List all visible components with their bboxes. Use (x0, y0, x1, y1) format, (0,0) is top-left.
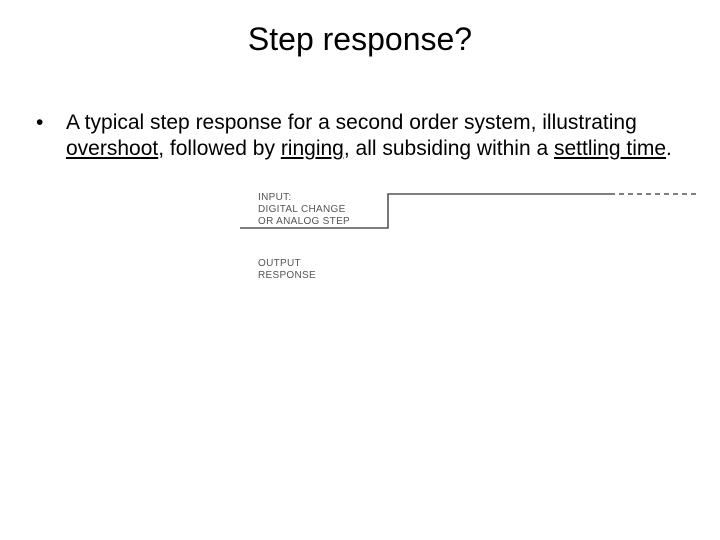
diagram-label-output-2: RESPONSE (258, 270, 316, 281)
bullet-text-mid1: , followed by (158, 137, 281, 160)
link-ringing: ringing (281, 137, 344, 160)
bullet-text: A typical step response for a second ord… (66, 110, 688, 163)
bullet-text-pre: A typical step response for a second ord… (66, 111, 637, 134)
slide: Step response? • A typical step response… (0, 0, 720, 540)
slide-title: Step response? (0, 21, 720, 58)
link-settling-time: settling time (554, 137, 666, 160)
bullet-text-mid2: , all subsiding within a (344, 137, 554, 160)
step-response-diagram: INPUT: DIGITAL CHANGE OR ANALOG STEP OUT… (240, 186, 700, 386)
bullet-text-post: . (666, 137, 672, 160)
diagram-label-input-2: DIGITAL CHANGE (258, 204, 346, 215)
slide-body: • A typical step response for a second o… (32, 110, 688, 163)
bullet-marker: • (32, 110, 66, 136)
bullet-item: • A typical step response for a second o… (32, 110, 688, 163)
diagram-label-output-1: OUTPUT (258, 258, 301, 269)
link-overshoot: overshoot (66, 137, 158, 160)
diagram-label-input-3: OR ANALOG STEP (258, 216, 350, 227)
diagram-label-input-1: INPUT: (258, 192, 291, 203)
